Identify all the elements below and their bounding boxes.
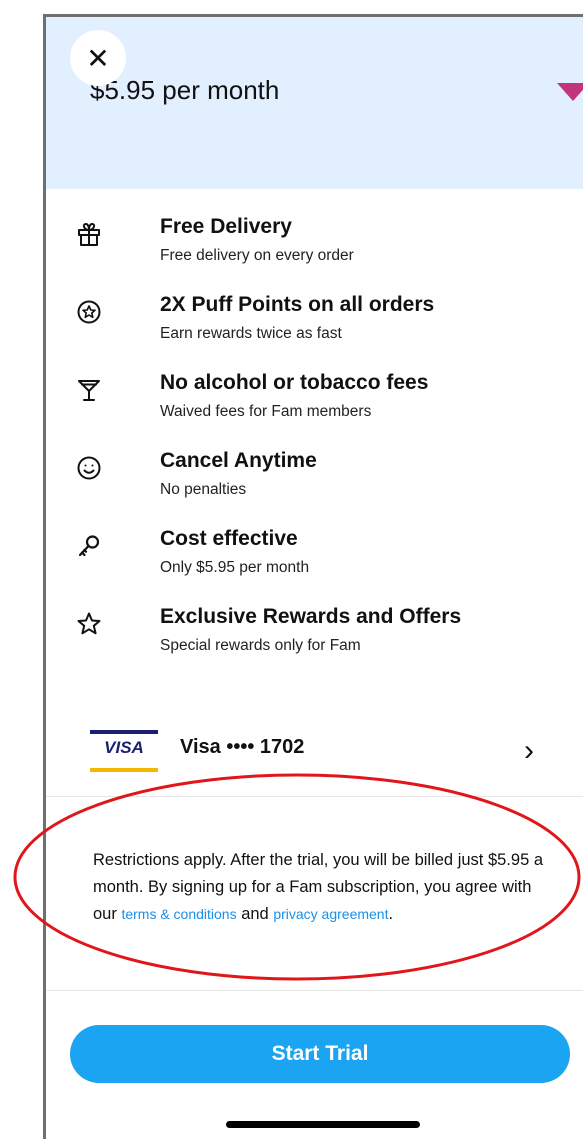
benefits-list: Free Delivery Free delivery on every ord… <box>46 215 583 683</box>
annotation-red-ellipse <box>13 773 581 981</box>
start-trial-button[interactable]: Start Trial <box>70 1025 570 1083</box>
cocktail-icon <box>76 377 102 403</box>
benefit-cancel-anytime: Cancel Anytime No penalties <box>46 449 583 527</box>
smiley-icon <box>76 455 102 481</box>
benefit-puff-points: 2X Puff Points on all orders Earn reward… <box>46 293 583 371</box>
benefit-title: 2X Puff Points on all orders <box>160 293 435 316</box>
benefit-no-fees: No alcohol or tobacco fees Waived fees f… <box>46 371 583 449</box>
benefit-title: Free Delivery <box>160 215 292 238</box>
payment-method-label: Visa •••• 1702 <box>180 736 305 758</box>
visa-logo-text: VISA <box>104 738 144 757</box>
benefit-subtitle: Earn rewards twice as fast <box>160 325 342 342</box>
close-icon: ✕ <box>86 42 110 74</box>
close-button[interactable]: ✕ <box>70 30 126 86</box>
benefit-cost-effective: Cost effective Only $5.95 per month <box>46 527 583 605</box>
home-indicator[interactable] <box>226 1121 420 1128</box>
benefit-subtitle: No penalties <box>160 481 247 498</box>
benefit-subtitle: Special rewards only for Fam <box>160 637 361 654</box>
star-badge-icon <box>76 299 102 325</box>
key-icon <box>76 533 102 559</box>
benefit-title: Cost effective <box>160 527 298 550</box>
divider <box>46 990 583 991</box>
benefit-title: Exclusive Rewards and Offers <box>160 605 462 628</box>
visa-card-icon: VISA <box>90 730 158 772</box>
gift-icon <box>76 221 102 247</box>
star-icon <box>76 611 102 637</box>
benefit-free-delivery: Free Delivery Free delivery on every ord… <box>46 215 583 293</box>
visa-card-top-stripe <box>90 730 158 734</box>
hero-price: $5.95 per month <box>90 75 280 105</box>
benefit-subtitle: Only $5.95 per month <box>160 559 310 576</box>
benefit-subtitle: Free delivery on every order <box>160 247 354 264</box>
hero-banner: $5.95 per month <box>46 17 583 189</box>
benefit-exclusive-rewards: Exclusive Rewards and Offers Special rew… <box>46 605 583 683</box>
benefit-title: No alcohol or tobacco fees <box>160 371 429 394</box>
chevron-right-icon: › <box>524 734 534 767</box>
benefit-title: Cancel Anytime <box>160 449 317 472</box>
hero-decoration <box>557 83 583 101</box>
benefit-subtitle: Waived fees for Fam members <box>160 403 372 420</box>
